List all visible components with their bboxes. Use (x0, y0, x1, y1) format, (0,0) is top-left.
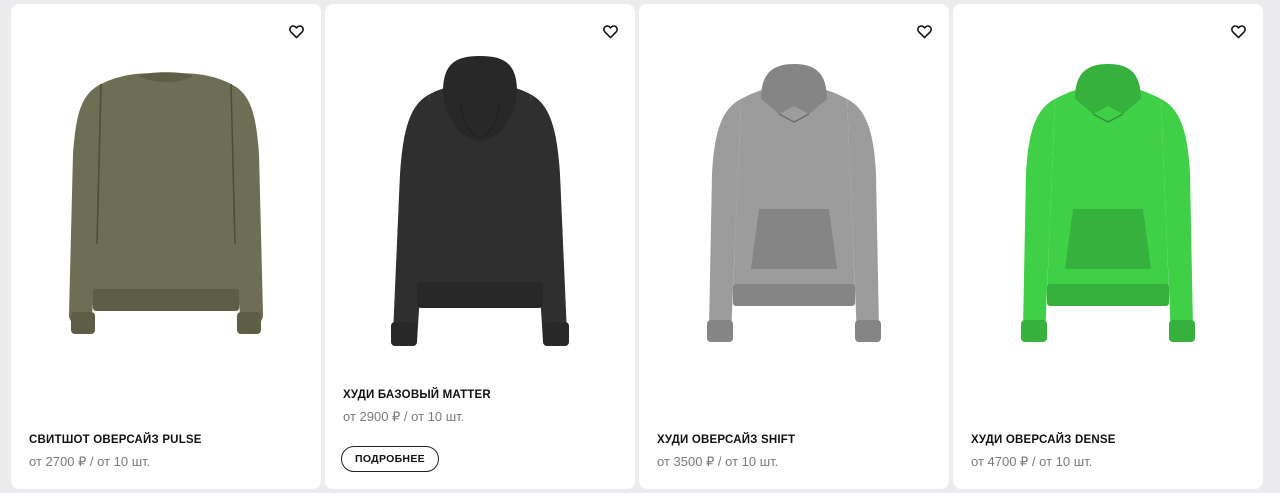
hoodie-front-image (707, 64, 881, 342)
product-image[interactable] (41, 44, 291, 354)
favorite-button[interactable] (913, 20, 935, 42)
product-info: СВИТШОТ ОВЕРСАЙЗ PULSE от 2700 ₽ / от 10… (29, 432, 303, 470)
product-name[interactable]: СВИТШОТ ОВЕРСАЙЗ PULSE (29, 432, 303, 448)
product-card[interactable]: ХУДИ ОВЕРСАЙЗ SHIFT от 3500 ₽ / от 10 шт… (639, 4, 949, 489)
product-price: от 2700 ₽ / от 10 шт. (29, 454, 151, 469)
details-button[interactable]: ПОДРОБНЕЕ (341, 446, 439, 472)
product-image[interactable] (355, 44, 605, 354)
product-card[interactable]: СВИТШОТ ОВЕРСАЙЗ PULSE от 2700 ₽ / от 10… (11, 4, 321, 489)
heart-outline-icon (288, 24, 304, 38)
product-info: ХУДИ ОВЕРСАЙЗ SHIFT от 3500 ₽ / от 10 шт… (657, 432, 931, 470)
product-card[interactable]: ХУДИ ОВЕРСАЙЗ DENSE от 4700 ₽ / от 10 шт… (953, 4, 1263, 489)
favorite-button[interactable] (1227, 20, 1249, 42)
hoodie-back-image (391, 56, 569, 346)
hoodie-front-image (1021, 64, 1195, 342)
product-name[interactable]: ХУДИ БАЗОВЫЙ MATTER (343, 387, 617, 403)
heart-outline-icon (602, 24, 618, 38)
product-name[interactable]: ХУДИ ОВЕРСАЙЗ SHIFT (657, 432, 931, 448)
product-price: от 3500 ₽ / от 10 шт. (657, 454, 779, 469)
product-card[interactable]: ХУДИ БАЗОВЫЙ MATTER от 2900 ₽ / от 10 шт… (325, 4, 635, 489)
heart-outline-icon (1230, 24, 1246, 38)
product-name[interactable]: ХУДИ ОВЕРСАЙЗ DENSE (971, 432, 1245, 448)
product-grid: СВИТШОТ ОВЕРСАЙЗ PULSE от 2700 ₽ / от 10… (0, 0, 1280, 493)
heart-outline-icon (916, 24, 932, 38)
product-info: ХУДИ ОВЕРСАЙЗ DENSE от 4700 ₽ / от 10 шт… (971, 432, 1245, 470)
favorite-button[interactable] (285, 20, 307, 42)
sweatshirt-image (68, 72, 264, 334)
product-info: ХУДИ БАЗОВЫЙ MATTER от 2900 ₽ / от 10 шт… (343, 387, 617, 425)
favorite-button[interactable] (599, 20, 621, 42)
product-image[interactable] (669, 44, 919, 354)
product-price: от 4700 ₽ / от 10 шт. (971, 454, 1093, 469)
product-image[interactable] (983, 44, 1233, 354)
product-price: от 2900 ₽ / от 10 шт. (343, 409, 465, 424)
